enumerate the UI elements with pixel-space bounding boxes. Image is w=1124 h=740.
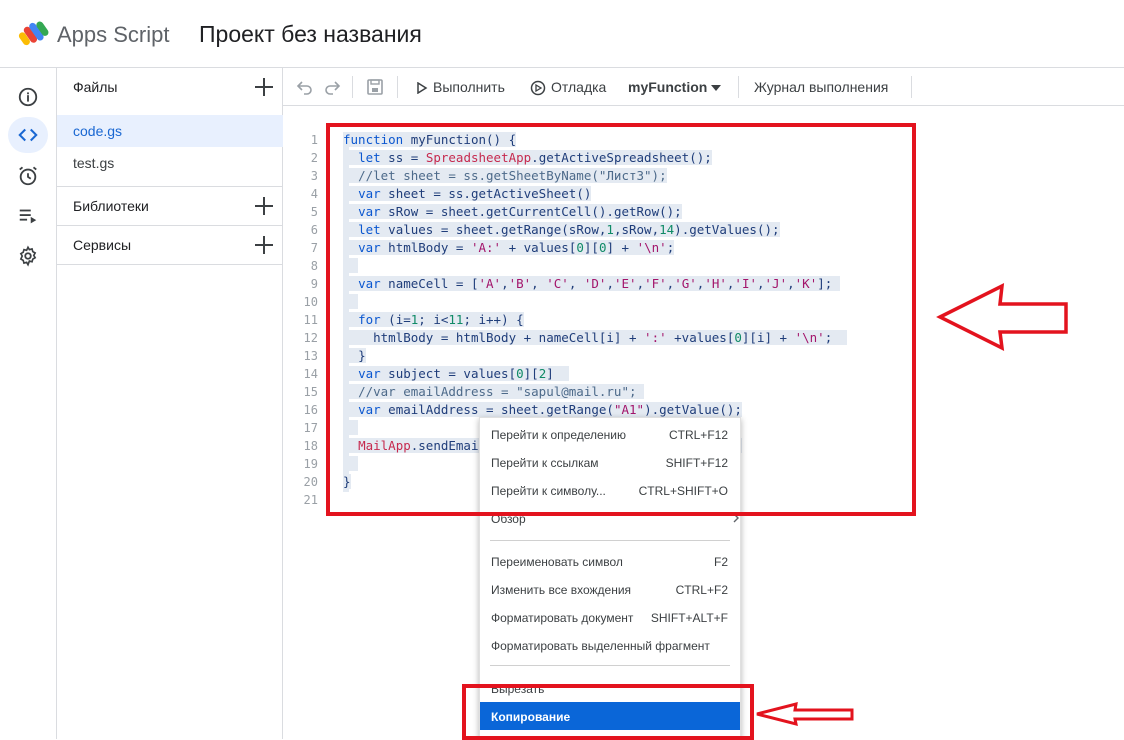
toolbar-separator [397, 76, 398, 98]
function-select-value: myFunction [628, 79, 708, 95]
toolbar-separator [911, 76, 912, 98]
menu-item-rename-symbol[interactable]: Переименовать символ F2 [480, 547, 740, 575]
line-number: 12 [303, 331, 318, 345]
annotation-arrow-left-small-icon [756, 701, 854, 727]
info-icon [18, 87, 38, 107]
rail-executions-button[interactable] [8, 198, 48, 234]
line-number: 21 [303, 493, 318, 507]
line-number: 14 [303, 367, 318, 381]
apps-script-logo-icon[interactable] [18, 18, 50, 50]
menu-item-format-document[interactable]: Форматировать документ SHIFT+ALT+F [480, 603, 740, 631]
line-number: 5 [310, 205, 318, 219]
editor-toolbar: Выполнить Отладка myFunction Журнал выпо… [283, 68, 1124, 106]
line-number: 8 [310, 259, 318, 273]
libraries-section-header: Библиотеки [57, 187, 283, 225]
line-number: 7 [310, 241, 318, 255]
play-icon [417, 82, 428, 94]
menu-item-shortcut: CTRL+F2 [675, 583, 728, 597]
files-label: Файлы [73, 79, 118, 95]
menu-item-label: Переименовать символ [491, 555, 623, 569]
annotation-arrow-left-icon [936, 282, 1068, 352]
add-service-plus-icon[interactable] [253, 234, 275, 256]
divider [57, 264, 283, 265]
line-number: 10 [303, 295, 318, 309]
line-number: 20 [303, 475, 318, 489]
menu-item-shortcut: F2 [713, 555, 728, 569]
app-name: Apps Script [57, 22, 170, 47]
line-number: 15 [303, 385, 318, 399]
line-number: 16 [303, 403, 318, 417]
annotation-copy-box [462, 684, 754, 740]
menu-item-label: Форматировать выделенный фрагмент [491, 639, 710, 653]
line-number: 4 [310, 187, 318, 201]
toolbar-separator [352, 76, 353, 98]
gear-icon [19, 245, 37, 267]
menu-item-label: Изменить все вхождения [491, 583, 632, 597]
line-number: 3 [310, 169, 318, 183]
rail-triggers-button[interactable] [8, 158, 48, 194]
menu-separator [490, 665, 730, 666]
debug-button[interactable]: Отладка [529, 78, 615, 98]
file-item-code-gs[interactable]: code.gs [57, 115, 283, 147]
add-file-plus-icon[interactable] [253, 76, 275, 98]
undo-icon[interactable] [295, 77, 315, 97]
menu-separator [490, 540, 730, 541]
chevron-down-icon [711, 85, 721, 91]
line-number: 19 [303, 457, 318, 471]
file-item-test-gs[interactable]: test.gs [57, 147, 283, 179]
services-section-header: Сервисы [57, 226, 283, 264]
files-panel: Файлы code.gs test.gs Библиотеки Сервисы [57, 68, 283, 739]
redo-icon[interactable] [322, 77, 342, 97]
line-number: 18 [303, 439, 318, 453]
toolbar-separator [738, 76, 739, 98]
annotation-code-box [326, 123, 916, 516]
line-number: 17 [303, 421, 318, 435]
line-number: 1 [310, 133, 318, 147]
line-number: 6 [310, 223, 318, 237]
execution-log-label: Журнал выполнения [754, 79, 889, 95]
menu-item-change-all-occurrences[interactable]: Изменить все вхождения CTRL+F2 [480, 575, 740, 603]
services-label: Сервисы [73, 237, 132, 253]
rail-editor-button[interactable] [8, 117, 48, 153]
executions-icon [19, 209, 37, 224]
add-library-plus-icon[interactable] [253, 195, 275, 217]
libraries-label: Библиотеки [73, 198, 149, 214]
alarm-icon [19, 166, 37, 186]
code-icon [18, 128, 38, 142]
line-number: 9 [310, 277, 318, 291]
menu-item-label: Форматировать документ [491, 611, 634, 625]
line-number: 2 [310, 151, 318, 165]
debug-icon [530, 80, 546, 96]
menu-item-format-selection[interactable]: Форматировать выделенный фрагмент [480, 631, 740, 659]
execution-log-button[interactable]: Журнал выполнения [754, 78, 904, 98]
line-number: 11 [303, 313, 318, 327]
function-select[interactable]: myFunction [628, 78, 726, 98]
project-title[interactable]: Проект без названия [199, 21, 422, 48]
run-label: Выполнить [433, 79, 505, 95]
line-number: 13 [303, 349, 318, 363]
run-button[interactable]: Выполнить [416, 78, 516, 98]
app-header: Apps Script Проект без названия [0, 0, 1124, 68]
menu-item-shortcut: SHIFT+ALT+F [650, 611, 728, 625]
files-section-header: Файлы [57, 68, 283, 106]
save-icon[interactable] [365, 77, 385, 97]
rail-overview-button[interactable] [8, 79, 48, 115]
left-rail [0, 68, 57, 739]
rail-settings-button[interactable] [8, 238, 48, 274]
debug-label: Отладка [551, 79, 607, 95]
